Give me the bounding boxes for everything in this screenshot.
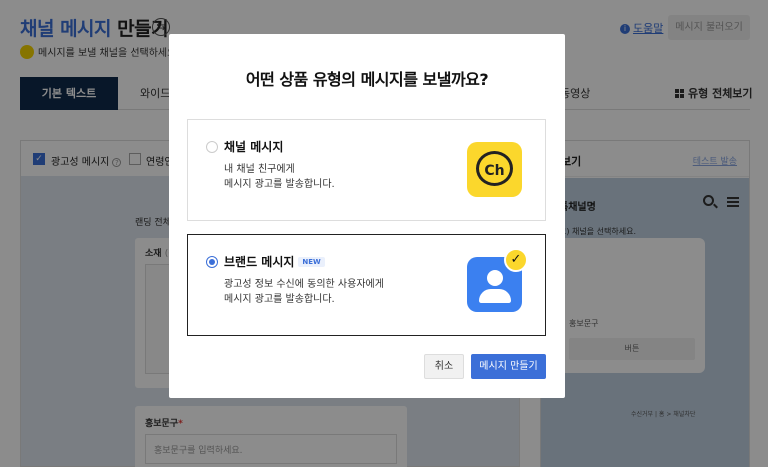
option-desc-line1: 광고성 정보 수신에 동의한 사용자에게 <box>224 279 384 290</box>
option-description: 내 채널 친구에게 메시지 광고를 발송합니다. <box>224 162 335 192</box>
option-desc-line2: 메시지 광고를 발송합니다. <box>224 294 335 305</box>
product-type-modal: 어떤 상품 유형의 메시지를 보낼까요? 채널 메시지 내 채널 친구에게 메시… <box>169 34 565 398</box>
speech-bubble-icon: Ch <box>476 151 513 186</box>
cancel-button[interactable]: 취소 <box>424 354 464 379</box>
option-title: 브랜드 메시지 NEW <box>224 253 325 270</box>
option-title-text: 브랜드 메시지 <box>224 255 295 269</box>
option-brand-message[interactable]: 브랜드 메시지 NEW 광고성 정보 수신에 동의한 사용자에게 메시지 광고를 … <box>187 234 546 336</box>
person-head-shape <box>487 270 503 286</box>
option-channel-message[interactable]: 채널 메시지 내 채널 친구에게 메시지 광고를 발송합니다. Ch <box>187 119 546 221</box>
option-desc-line1: 내 채널 친구에게 <box>224 164 295 175</box>
check-icon: ✓ <box>504 248 528 272</box>
kakao-channel-icon: Ch <box>467 142 522 197</box>
channel-logo-text: Ch <box>484 163 505 179</box>
channel-message-radio[interactable] <box>206 141 218 153</box>
option-title: 채널 메시지 <box>224 140 284 154</box>
create-message-button[interactable]: 메시지 만들기 <box>471 354 546 379</box>
option-desc-line2: 메시지 광고를 발송합니다. <box>224 179 335 190</box>
new-badge: NEW <box>298 257 325 267</box>
option-description: 광고성 정보 수신에 동의한 사용자에게 메시지 광고를 발송합니다. <box>224 277 384 307</box>
person-body-shape <box>479 289 511 303</box>
brand-message-radio[interactable] <box>206 256 218 268</box>
modal-title: 어떤 상품 유형의 메시지를 보낼까요? <box>245 70 489 89</box>
